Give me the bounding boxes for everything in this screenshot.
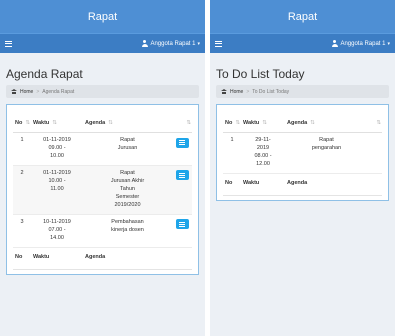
footer-agenda: Agenda [85, 253, 106, 260]
footer-no: No [15, 253, 23, 260]
detail-button[interactable] [175, 137, 189, 148]
agenda-table-card: No ⇅ Waktu ⇅ Agenda ⇅ ⇅ 1 01-11-2019 09.00 -… [6, 104, 199, 275]
column-header-waktu[interactable]: Waktu ⇅ [241, 114, 285, 133]
breadcrumb-separator: > [246, 88, 250, 95]
cell-waktu: 01-11-2019 10.00 -11.00 [31, 165, 83, 215]
cell-agenda: Rapat Jurusan Akhir Tahun Semester 2019/2020 [83, 165, 172, 215]
breadcrumb-home-link[interactable]: Home [230, 89, 243, 95]
cell-action [172, 165, 192, 215]
cell-action [172, 214, 192, 248]
cell-action [368, 132, 382, 174]
user-icon [331, 40, 338, 47]
sort-icon: ⇅ [25, 120, 30, 126]
sort-icon: ⇅ [186, 120, 191, 126]
table-footer-row: No Waktu Agenda [223, 173, 382, 193]
column-header-no[interactable]: No ⇅ [13, 114, 31, 133]
user-menu[interactable]: Anggota Rapat 1 ▾ [141, 40, 200, 47]
cell-waktu: 10-11-2019 07.00 -14.00 [31, 214, 83, 248]
cell-agenda: Rapat pengarahan [285, 132, 368, 174]
table-row: 1 29-11- 2019 08.00 -12.00 Rapat pengarahan [223, 132, 382, 174]
footer-no: No [225, 179, 233, 186]
footer-action [368, 173, 382, 193]
user-menu[interactable]: Anggota Rapat 1 ▾ [331, 40, 390, 47]
table-row: 1 01-11-2019 09.00 -10.00 Rapat Jurusan [13, 132, 192, 166]
navbar: Anggota Rapat 1 ▾ [0, 33, 205, 53]
page-title: Agenda Rapat [6, 67, 83, 81]
page-title: To Do List Today [216, 67, 305, 81]
breadcrumb: Home > Agenda Rapat [6, 85, 199, 98]
user-name: Anggota Rapat 1 [340, 40, 386, 47]
home-icon [221, 89, 227, 94]
cell-no: 3 [13, 214, 31, 248]
column-header-waktu[interactable]: Waktu ⇅ [31, 114, 83, 133]
column-header-action[interactable]: ⇅ [172, 114, 192, 133]
navbar: Anggota Rapat 1 ▾ [210, 33, 395, 53]
column-header-action[interactable]: ⇅ [368, 114, 382, 133]
caret-down-icon: ▾ [197, 40, 200, 47]
table-footer-row: No Waktu Agenda [13, 247, 192, 267]
cell-agenda: Rapat Jurusan [83, 132, 172, 166]
breadcrumb-current: To Do List Today [252, 88, 290, 95]
screen-to-do-list: Rapat Anggota Rapat 1 ▾ To Do List Today… [210, 0, 395, 336]
sort-icon: ⇅ [376, 120, 381, 126]
footer-waktu: Waktu [243, 179, 260, 186]
list-icon [179, 221, 185, 227]
detail-button[interactable] [175, 219, 189, 230]
list-icon [179, 172, 185, 178]
list-icon [179, 140, 185, 145]
table-row: 2 01-11-2019 10.00 -11.00 Rapat Jurusan Ak… [13, 165, 192, 215]
hamburger-icon[interactable] [215, 40, 222, 47]
todo-table-card: No ⇅ Waktu ⇅ Agenda ⇅ ⇅ 1 29-11- 2019 08.00 -… [216, 104, 389, 201]
sort-icon: ⇅ [52, 120, 57, 126]
table-row: 3 10-11-2019 07.00 -14.00 Pembahasan kiner… [13, 214, 192, 248]
footer-action [172, 247, 192, 267]
cell-no: 2 [13, 165, 31, 215]
app-title: Rapat [287, 10, 318, 23]
sort-icon: ⇅ [108, 120, 113, 126]
sort-icon: ⇅ [310, 120, 315, 126]
agenda-table: No ⇅ Waktu ⇅ Agenda ⇅ ⇅ 1 01-11-2019 09.00 -… [13, 114, 192, 268]
footer-waktu: Waktu [33, 253, 50, 260]
breadcrumb-separator: > [36, 88, 40, 95]
cell-agenda: Pembahasan kinerja dosen [83, 214, 172, 248]
detail-button[interactable] [175, 170, 189, 181]
home-icon [11, 89, 17, 94]
cell-waktu: 01-11-2019 09.00 -10.00 [31, 132, 83, 166]
breadcrumb: Home > To Do List Today [216, 85, 389, 98]
column-header-agenda[interactable]: Agenda ⇅ [285, 114, 368, 133]
footer-agenda: Agenda [287, 179, 308, 186]
column-header-no[interactable]: No ⇅ [223, 114, 241, 133]
breadcrumb-home-link[interactable]: Home [20, 89, 33, 95]
hamburger-icon[interactable] [5, 40, 12, 47]
caret-down-icon: ▾ [387, 40, 390, 47]
column-header-agenda[interactable]: Agenda ⇅ [83, 114, 172, 133]
cell-no: 1 [223, 132, 241, 174]
sort-icon: ⇅ [262, 120, 267, 126]
sort-icon: ⇅ [235, 120, 240, 126]
cell-no: 1 [13, 132, 31, 166]
app-title: Rapat [87, 10, 118, 23]
todo-table: No ⇅ Waktu ⇅ Agenda ⇅ ⇅ 1 29-11- 2019 08.00 -… [223, 114, 382, 194]
user-icon [141, 40, 148, 47]
cell-action [172, 132, 192, 166]
app-titlebar: Rapat [0, 0, 205, 33]
breadcrumb-current: Agenda Rapat [42, 88, 75, 95]
screen-agenda-rapat: Rapat Anggota Rapat 1 ▾ Agenda Rapat Hom… [0, 0, 205, 336]
user-name: Anggota Rapat 1 [150, 40, 196, 47]
cell-waktu: 29-11- 2019 08.00 -12.00 [241, 132, 285, 174]
app-titlebar: Rapat [210, 0, 395, 33]
